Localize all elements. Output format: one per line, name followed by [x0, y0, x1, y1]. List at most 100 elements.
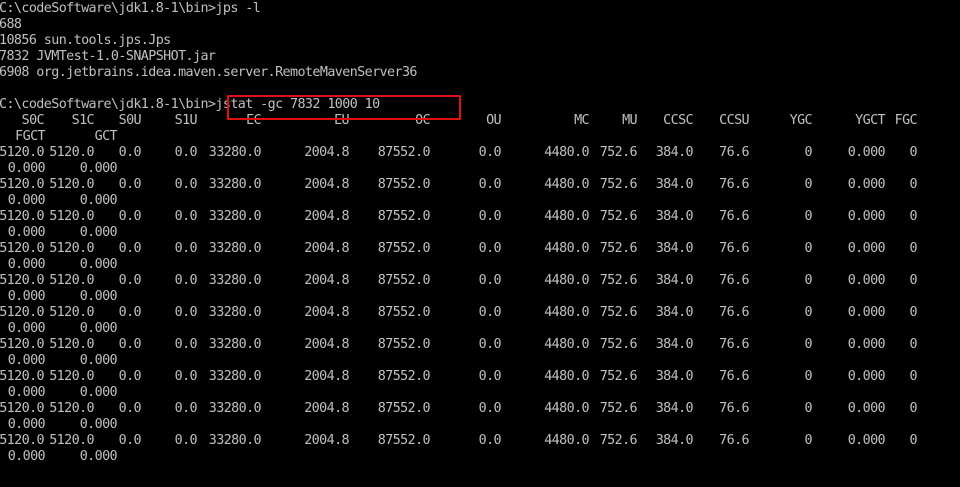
stat-cell: 87552.0 — [377, 145, 431, 160]
stat-cell: 87552.0 — [377, 273, 431, 288]
stat-cell: 0.000 — [847, 433, 886, 448]
stat-cell: 0 — [909, 433, 918, 448]
stat-cell: 5120.0 — [0, 305, 45, 320]
stat-cell: 0.0 — [118, 241, 142, 256]
stat-cell: 33280.0 — [208, 145, 262, 160]
stat-cell: 76.6 — [719, 369, 749, 384]
stat-cell: 4480.0 — [544, 209, 589, 224]
stat-cell: 5120.0 — [0, 369, 45, 384]
stat-cell: 87552.0 — [377, 177, 431, 192]
stat-cell: 2004.8 — [304, 177, 349, 192]
console-line: 7832 JVMTest-1.0-SNAPSHOT.jar — [0, 49, 216, 64]
stat-cell: 87552.0 — [377, 241, 431, 256]
stat-cell: 76.6 — [719, 241, 749, 256]
stat-cell: 87552.0 — [377, 305, 431, 320]
stat-cell: 0 — [804, 273, 813, 288]
stat-cell: 0.000 — [79, 321, 118, 336]
column-header: YGC — [789, 113, 813, 128]
stat-cell: 0.000 — [7, 289, 46, 304]
stat-cell: 384.0 — [655, 209, 694, 224]
stat-cell: 5120.0 — [0, 177, 45, 192]
stat-cell: 0.000 — [7, 193, 46, 208]
stat-cell: 0 — [804, 305, 813, 320]
stat-cell: 0 — [909, 273, 918, 288]
stat-cell: 4480.0 — [544, 177, 589, 192]
stat-cell: 0.000 — [7, 161, 46, 176]
stat-cell: 752.6 — [599, 401, 638, 416]
stat-cell: 0.0 — [174, 369, 198, 384]
stat-cell: 76.6 — [719, 401, 749, 416]
stat-cell: 2004.8 — [304, 209, 349, 224]
stat-cell: 76.6 — [719, 209, 749, 224]
stat-cell: 0 — [804, 241, 813, 256]
stat-cell: 0 — [804, 209, 813, 224]
stat-cell: 0 — [804, 401, 813, 416]
console-window[interactable]: C:\codeSoftware\jdk1.8-1\bin>jps -l 688 10… — [0, 0, 960, 487]
stat-cell: 0.000 — [847, 337, 886, 352]
console-line: 6908 org.jetbrains.idea.maven.server.Rem… — [0, 65, 417, 80]
stat-cell: 2004.8 — [304, 273, 349, 288]
stat-cell: 0.0 — [174, 177, 198, 192]
column-header: S0U — [118, 113, 142, 128]
stat-cell: 0 — [804, 433, 813, 448]
column-header: S1C — [71, 113, 95, 128]
stat-cell: 0.000 — [79, 289, 118, 304]
stat-cell: 0.0 — [118, 177, 142, 192]
stat-cell: 5120.0 — [0, 209, 45, 224]
stat-cell: 384.0 — [655, 337, 694, 352]
stat-cell: 0.000 — [79, 257, 118, 272]
stat-cell: 0.000 — [79, 225, 118, 240]
stat-cell: 76.6 — [719, 337, 749, 352]
stat-cell: 0.000 — [7, 449, 46, 464]
stat-cell: 0.000 — [7, 257, 46, 272]
stat-cell: 2004.8 — [304, 337, 349, 352]
stat-cell: 0.0 — [478, 241, 502, 256]
stat-cell: 0.0 — [118, 369, 142, 384]
stat-cell: 0.0 — [174, 209, 198, 224]
stat-cell: 0.000 — [79, 161, 118, 176]
stat-cell: 33280.0 — [208, 273, 262, 288]
stat-cell: 752.6 — [599, 337, 638, 352]
stat-cell: 384.0 — [655, 433, 694, 448]
stat-cell: 0.000 — [7, 225, 46, 240]
stat-cell: 76.6 — [719, 273, 749, 288]
column-header: GCT — [94, 129, 118, 144]
column-header: MC — [574, 113, 590, 128]
console-line: 10856 sun.tools.jps.Jps — [0, 33, 171, 48]
stat-cell: 5120.0 — [0, 145, 45, 160]
stat-cell: 76.6 — [719, 177, 749, 192]
stat-cell: 0.000 — [7, 417, 46, 432]
stat-cell: 2004.8 — [304, 369, 349, 384]
stat-cell: 33280.0 — [208, 337, 262, 352]
stat-cell: 384.0 — [655, 241, 694, 256]
stat-cell: 0.0 — [174, 241, 198, 256]
stat-cell: 5120.0 — [49, 145, 94, 160]
stat-cell: 0.0 — [478, 433, 502, 448]
stat-cell: 2004.8 — [304, 305, 349, 320]
command-highlight-box — [227, 95, 461, 120]
stat-cell: 0.0 — [478, 273, 502, 288]
stat-cell: 0.000 — [7, 353, 46, 368]
stat-cell: 0.000 — [7, 321, 46, 336]
stat-cell: 384.0 — [655, 273, 694, 288]
stat-cell: 0.000 — [847, 209, 886, 224]
stat-cell: 752.6 — [599, 273, 638, 288]
console-line: C:\codeSoftware\jdk1.8-1\bin>jps -l — [0, 1, 261, 16]
stat-cell: 5120.0 — [49, 337, 94, 352]
stat-cell: 5120.0 — [0, 337, 45, 352]
stat-cell: 0 — [804, 369, 813, 384]
stat-cell: 752.6 — [599, 177, 638, 192]
stat-cell: 0.0 — [174, 433, 198, 448]
stat-cell: 76.6 — [719, 305, 749, 320]
stat-cell: 33280.0 — [208, 241, 262, 256]
column-header: MU — [622, 113, 638, 128]
stat-cell: 33280.0 — [208, 305, 262, 320]
stat-cell: 5120.0 — [49, 209, 94, 224]
stat-cell: 2004.8 — [304, 433, 349, 448]
stat-cell: 0.0 — [118, 337, 142, 352]
column-header: OU — [486, 113, 502, 128]
stat-cell: 0.0 — [174, 337, 198, 352]
stat-cell: 0 — [909, 401, 918, 416]
stat-cell: 0 — [909, 305, 918, 320]
stat-cell: 5120.0 — [0, 433, 45, 448]
